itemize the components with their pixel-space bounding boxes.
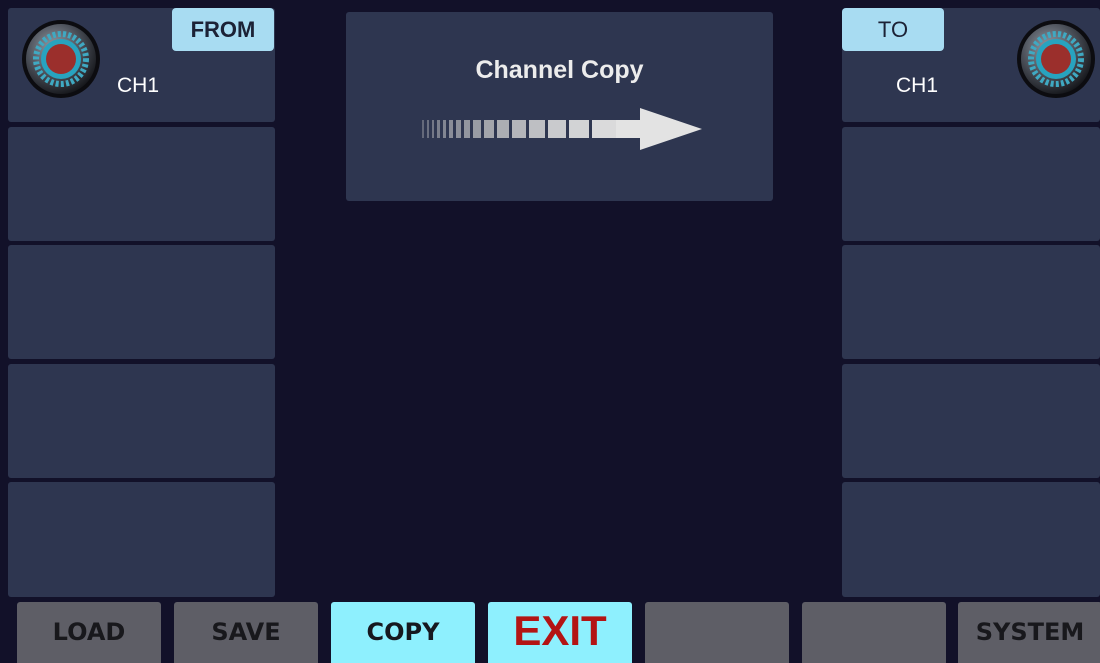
from-tag: FROM — [172, 8, 274, 51]
right-arrow-icon — [422, 108, 702, 150]
load-button[interactable]: LOAD — [17, 602, 161, 663]
source-slot-2[interactable] — [8, 127, 275, 241]
target-slot-4[interactable] — [842, 364, 1100, 478]
target-slot-5[interactable] — [842, 482, 1100, 597]
exit-button[interactable]: EXIT — [488, 602, 632, 663]
panel-title: Channel Copy — [475, 56, 644, 84]
source-channel-label: CH1 — [117, 74, 160, 97]
function-key-6[interactable] — [802, 602, 946, 663]
target-slot-3[interactable] — [842, 245, 1100, 359]
source-slot-3[interactable] — [8, 245, 275, 359]
target-slot-2[interactable] — [842, 127, 1100, 241]
channel-copy-panel: Channel Copy — [346, 12, 773, 201]
system-button[interactable]: SYSTEM — [958, 602, 1100, 663]
source-knob-icon[interactable] — [21, 19, 101, 99]
source-slot-4[interactable] — [8, 364, 275, 478]
to-tag: TO — [842, 8, 944, 51]
target-channel-label: CH1 — [896, 74, 939, 97]
copy-button[interactable]: COPY — [331, 602, 475, 663]
function-key-5[interactable] — [645, 602, 789, 663]
source-slot-5[interactable] — [8, 482, 275, 597]
save-button[interactable]: SAVE — [174, 602, 318, 663]
channel-copy-screen: FROM TO CH1 CH1 Channel Copy LOAD SAVE C… — [0, 0, 1100, 663]
target-knob-icon[interactable] — [1016, 19, 1096, 99]
